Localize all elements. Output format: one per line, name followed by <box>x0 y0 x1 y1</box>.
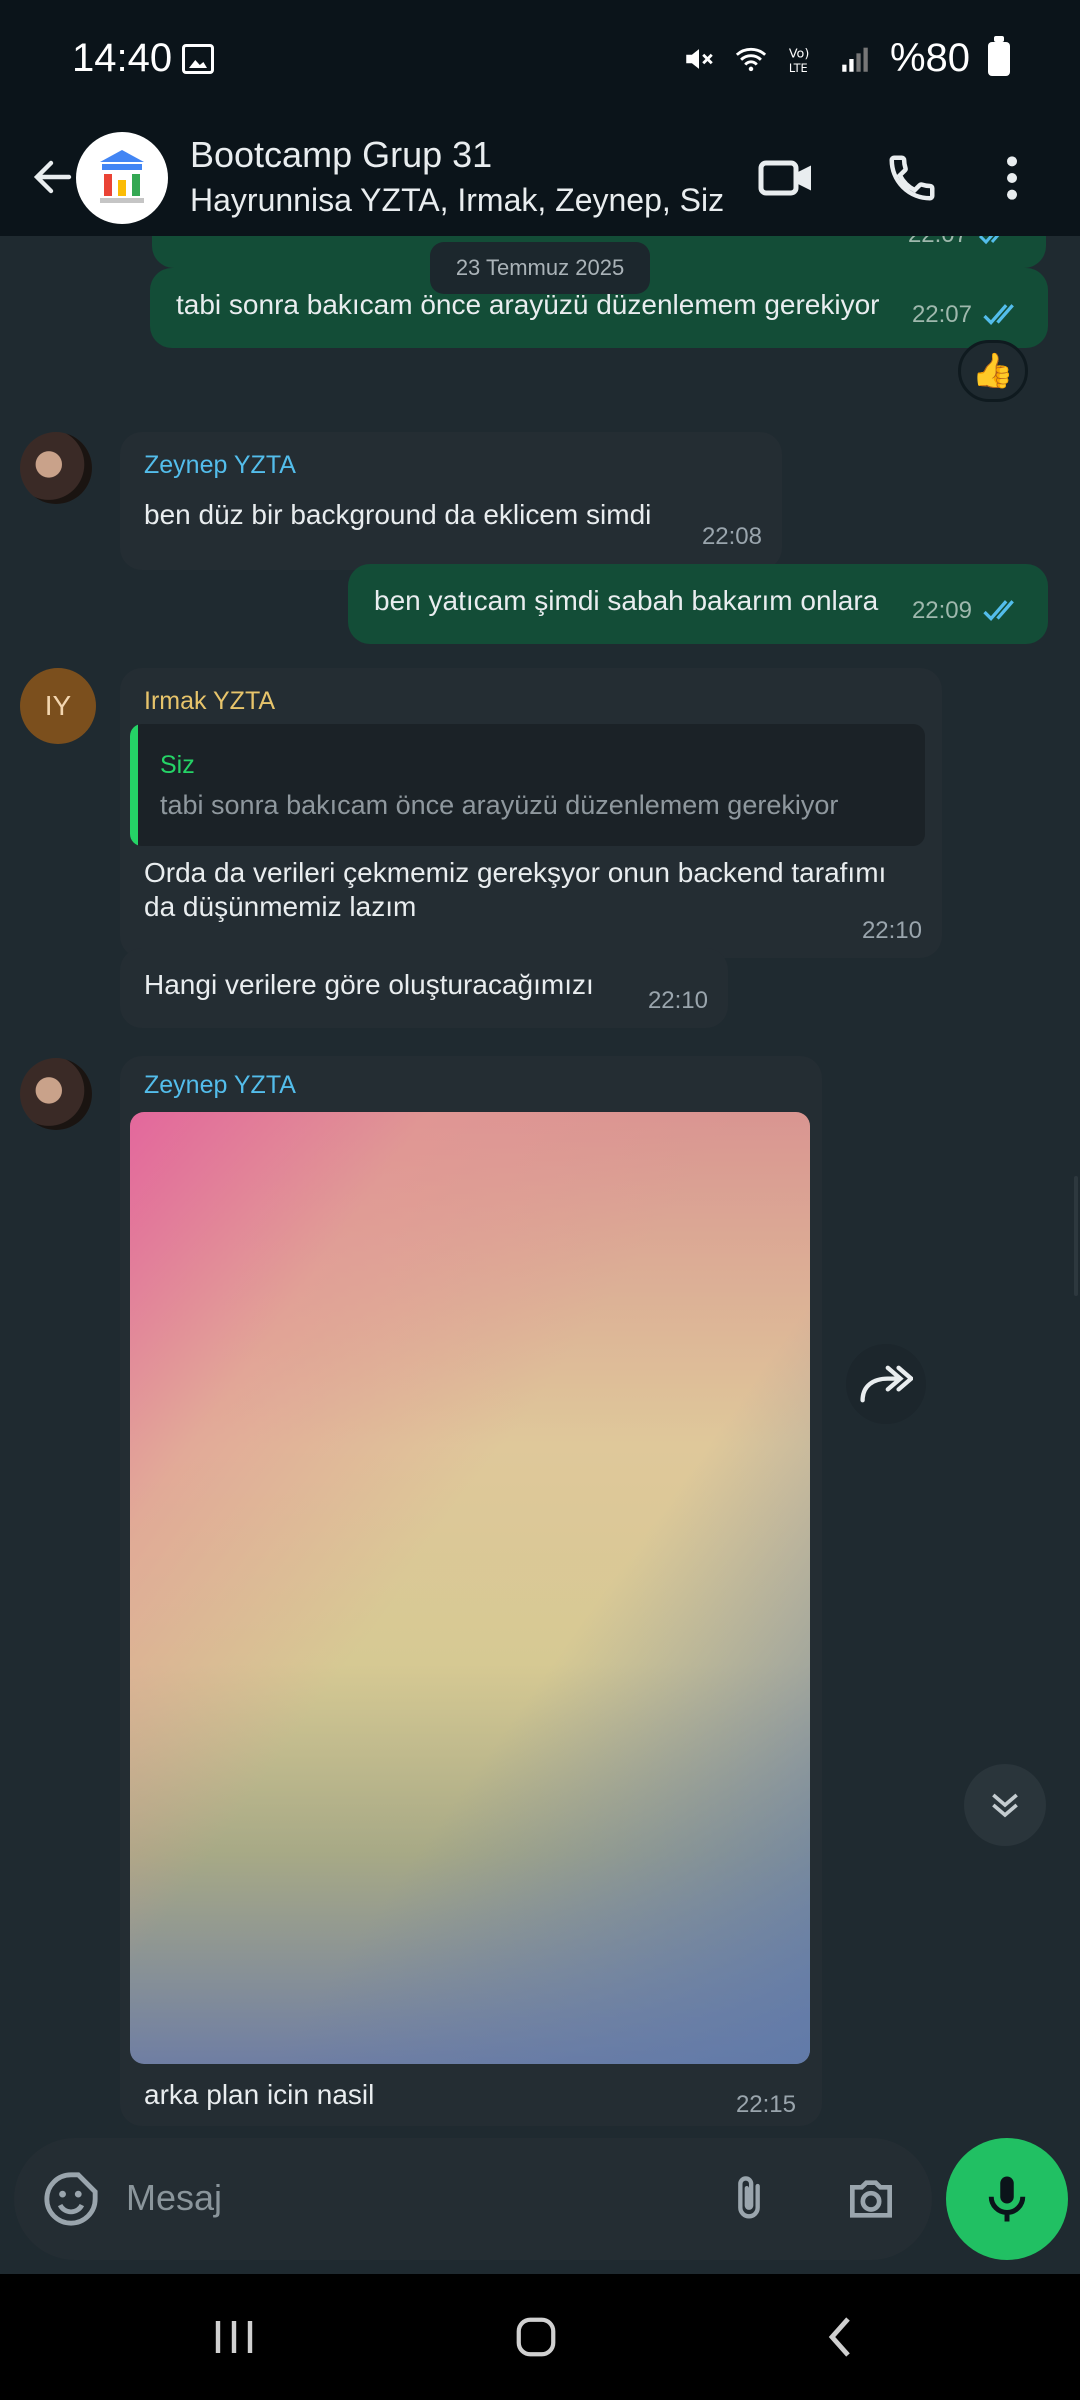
sender-name[interactable]: Zeynep YZTA <box>144 448 296 482</box>
attach-icon <box>738 2176 760 2219</box>
incoming-message[interactable]: Hangi verilere göre oluşturacağımızı 22:… <box>120 948 728 1028</box>
battery-percent: %80 <box>889 36 970 80</box>
message-time: 22:07 <box>908 236 968 252</box>
message-time: 22:10 <box>861 917 922 944</box>
video-call-icon <box>758 160 811 196</box>
message-composer <box>0 2126 1080 2274</box>
recent-apps-icon <box>215 2321 253 2353</box>
quote-author: Siz <box>160 751 195 779</box>
image-caption: arka plan icin nasil <box>144 2079 375 2110</box>
attach-button[interactable] <box>714 2164 784 2234</box>
double-check-icon <box>983 600 1014 621</box>
message-time: 22:09 <box>911 597 972 624</box>
volte-icon: Vo)LTE <box>789 46 810 74</box>
message-list[interactable]: 22:07 tabi sonra bakıcam önce arayüzü dü… <box>0 236 1080 2126</box>
incoming-message[interactable]: Irmak YZTA Siz tabi sonra bakıcam önce a… <box>120 668 942 958</box>
incoming-image-message[interactable]: Zeynep YZTA arka plan icin nasil 22:15 <box>120 1056 822 2126</box>
back-arrow-icon <box>33 160 72 194</box>
message-text: ben yatıcam şimdi sabah bakarım onlara <box>374 585 879 616</box>
status-bar: 14:40 Vo) LTE %80 <box>0 0 1080 118</box>
incoming-message[interactable]: Zeynep YZTA ben düz bir background da ek… <box>120 432 782 570</box>
video-call-button[interactable] <box>746 138 826 218</box>
message-text-line-2: da düşünmemiz lazım <box>144 891 417 922</box>
double-check-icon <box>978 236 1000 245</box>
gallery-notification-icon <box>182 44 214 74</box>
scroll-down-icon <box>992 1793 1018 1818</box>
recent-apps-button[interactable] <box>184 2300 284 2374</box>
more-options-button[interactable] <box>982 138 1042 218</box>
sender-name[interactable]: Irmak YZTA <box>144 684 275 718</box>
group-logo-icon <box>100 150 144 203</box>
home-icon <box>516 2317 556 2357</box>
sticker-icon <box>44 2172 98 2226</box>
back-nav-button[interactable] <box>790 2300 890 2374</box>
sticker-button[interactable] <box>38 2166 104 2232</box>
signal-icon <box>842 47 868 72</box>
reaction-badge[interactable]: 👍 <box>958 340 1028 402</box>
forward-button[interactable] <box>846 1344 926 1424</box>
quote-bar <box>130 724 138 846</box>
sender-avatar[interactable] <box>20 432 92 504</box>
mute-icon <box>686 48 713 69</box>
status-icons: Vo) LTE %80 <box>682 35 1010 81</box>
battery-icon <box>988 35 1010 76</box>
system-navigation-bar <box>0 2274 1080 2400</box>
double-check-icon <box>983 304 1014 325</box>
message-time: 22:10 <box>647 987 708 1014</box>
chat-participants[interactable]: Hayrunnisa YZTA, Irmak, Zeynep, Siz <box>190 182 724 219</box>
status-time: 14:40 <box>72 36 173 80</box>
sender-avatar[interactable]: IY <box>20 668 96 744</box>
voice-call-button[interactable] <box>872 138 952 218</box>
svg-text:Vo): Vo) <box>789 46 810 61</box>
home-button[interactable] <box>486 2300 586 2374</box>
message-time: 22:07 <box>911 301 972 328</box>
more-vert-icon <box>1007 156 1017 200</box>
date-chip: 23 Temmuz 2025 <box>430 242 650 294</box>
outgoing-message[interactable]: ben yatıcam şimdi sabah bakarım onlara 2… <box>348 564 1048 644</box>
message-time: 22:15 <box>735 2091 796 2118</box>
message-text: Hangi verilere göre oluşturacağımızı <box>144 969 594 1000</box>
camera-icon <box>850 2180 892 2218</box>
chat-scrollbar[interactable] <box>1074 1176 1078 1296</box>
camera-button[interactable] <box>836 2164 906 2234</box>
message-input[interactable] <box>126 2168 686 2228</box>
voice-call-icon <box>889 155 935 201</box>
wifi-icon <box>735 47 767 71</box>
mic-icon <box>988 2176 1026 2222</box>
scroll-to-bottom-button[interactable] <box>964 1764 1046 1846</box>
quoted-message[interactable]: Siz tabi sonra bakıcam önce arayüzü düze… <box>130 724 925 846</box>
forward-icon <box>860 1365 913 1403</box>
message-time: 22:08 <box>701 523 762 550</box>
message-text-line-1: Orda da verileri çekmemiz gerekşyor onun… <box>144 857 887 888</box>
sender-name[interactable]: Zeynep YZTA <box>144 1068 296 1102</box>
voice-message-button[interactable] <box>946 2138 1068 2260</box>
shared-image[interactable] <box>130 1112 810 2064</box>
quote-text: tabi sonra bakıcam önce arayüzü düzenlem… <box>160 790 839 820</box>
chat-title[interactable]: Bootcamp Grup 31 <box>190 134 492 176</box>
group-avatar[interactable] <box>76 132 168 224</box>
message-text: ben düz bir background da eklicem simdi <box>144 499 652 530</box>
input-pill[interactable] <box>14 2138 932 2260</box>
back-nav-icon <box>828 2317 850 2357</box>
svg-text:LTE: LTE <box>789 60 808 74</box>
sender-avatar[interactable] <box>20 1058 92 1130</box>
chat-header: Bootcamp Grup 31 Hayrunnisa YZTA, Irmak,… <box>0 118 1080 236</box>
